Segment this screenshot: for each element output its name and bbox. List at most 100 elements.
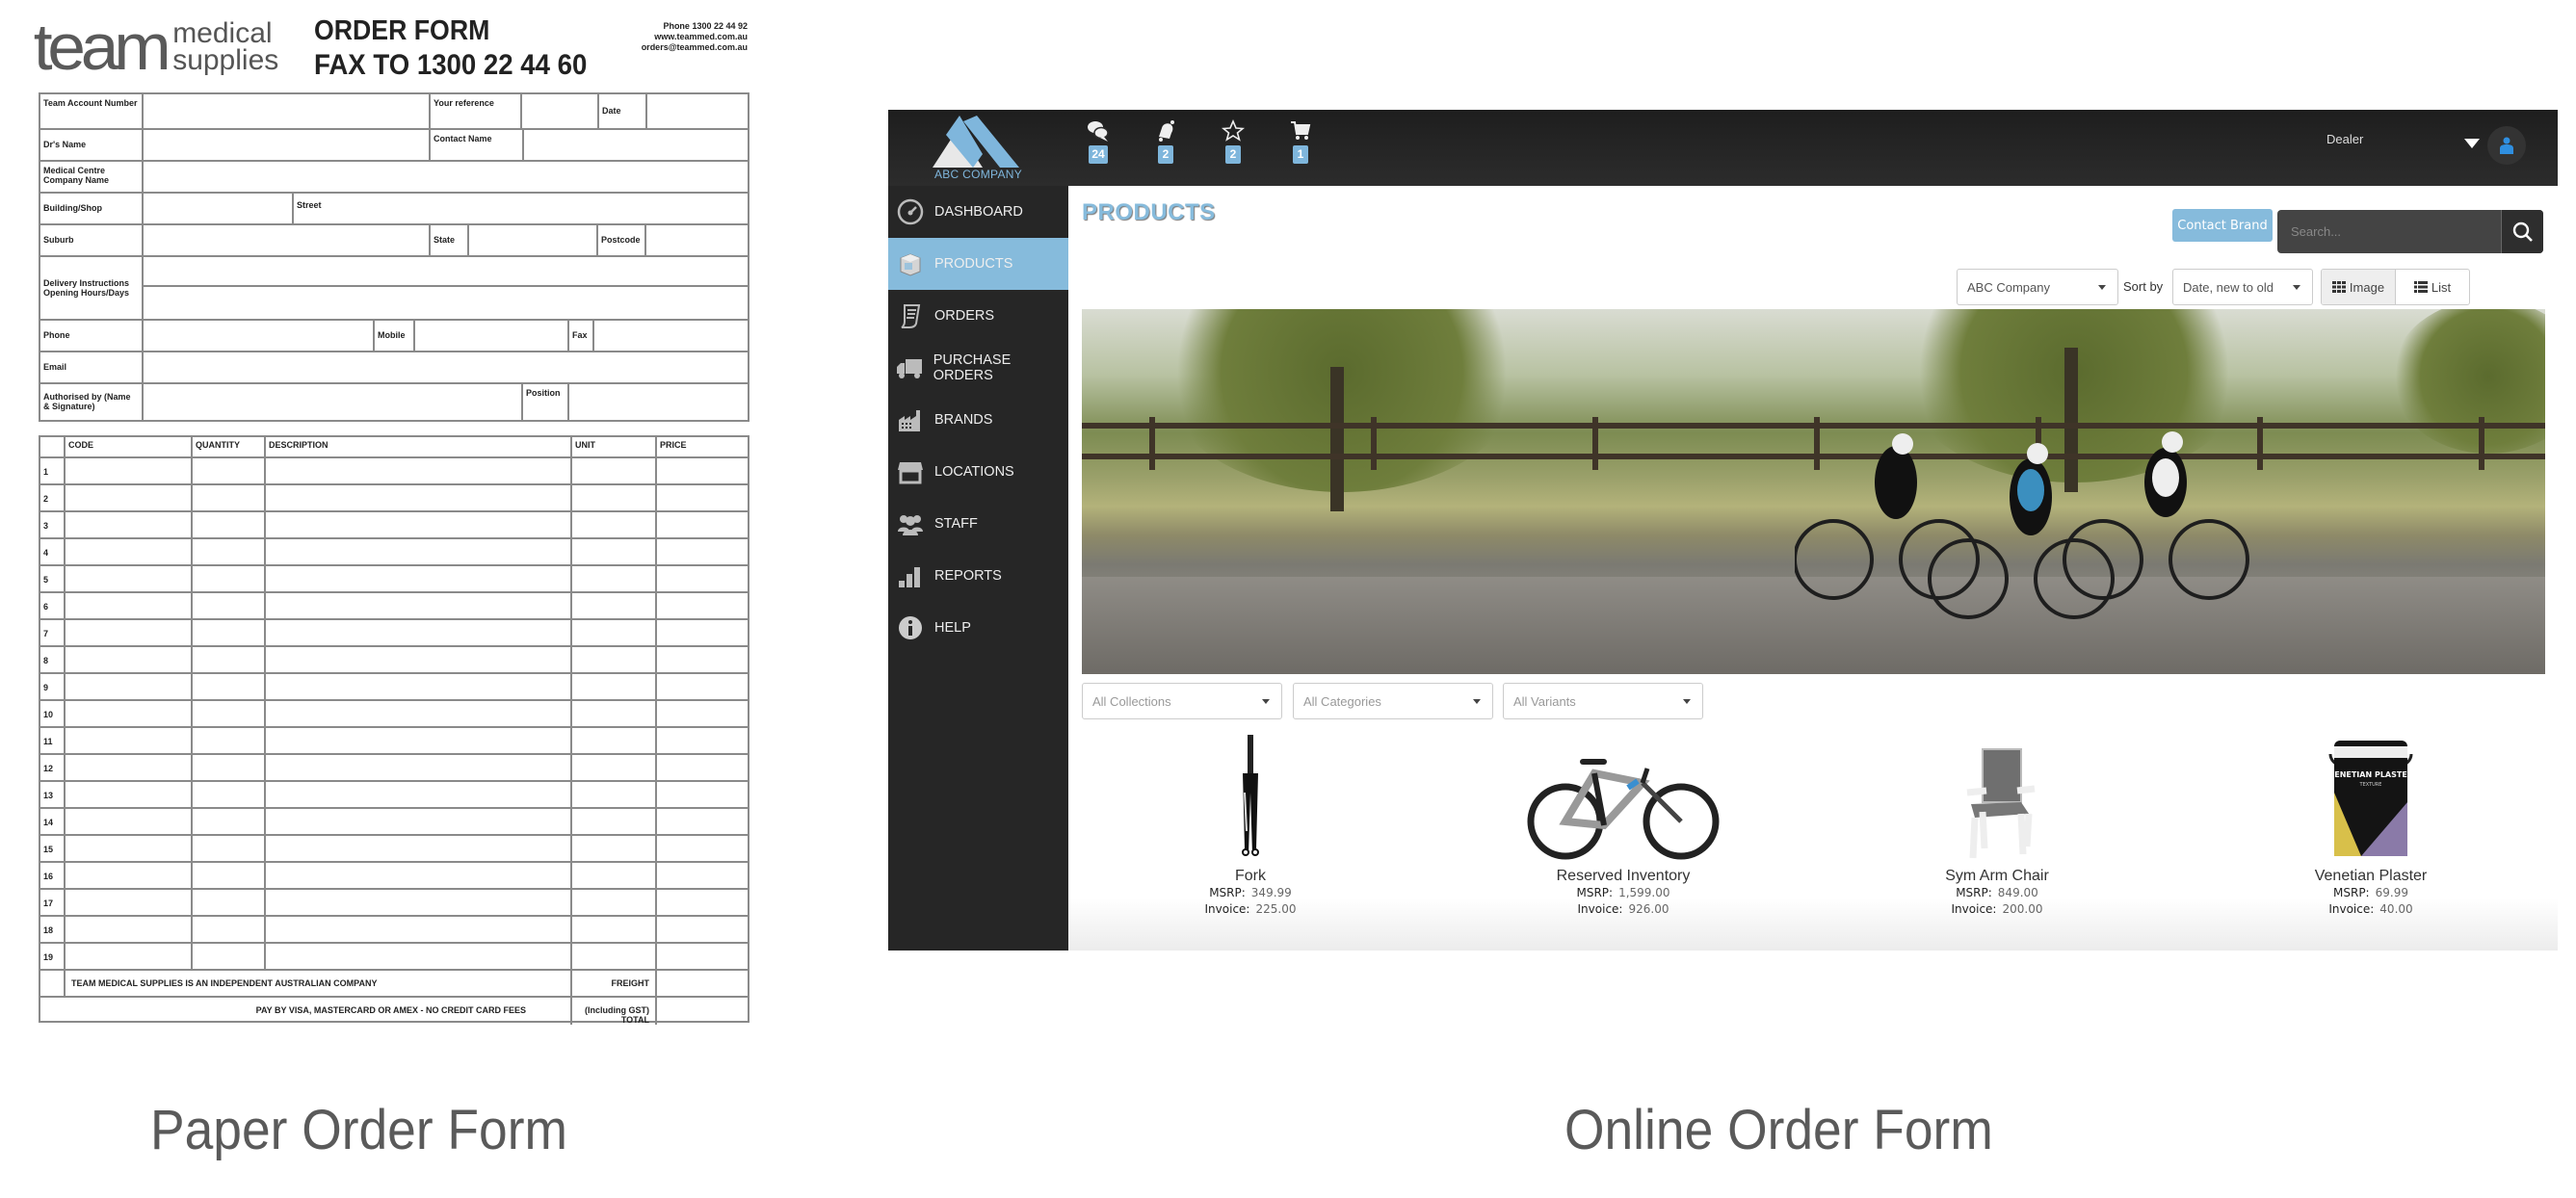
quantity-cell[interactable]	[193, 701, 266, 726]
image-view-button[interactable]: Image	[2322, 270, 2396, 304]
quantity-cell[interactable]	[193, 728, 266, 753]
code-cell[interactable]	[66, 458, 193, 483]
quantity-cell[interactable]	[193, 809, 266, 834]
price-cell[interactable]	[657, 620, 748, 645]
code-cell[interactable]	[66, 863, 193, 888]
field-state[interactable]	[469, 225, 598, 255]
sidebar-item-purchase-orders[interactable]: PURCHASE ORDERS	[888, 342, 1068, 394]
field-fax[interactable]	[594, 321, 748, 351]
field-drs-name[interactable]	[144, 130, 431, 160]
code-cell[interactable]	[66, 701, 193, 726]
description-cell[interactable]	[266, 863, 572, 888]
sidebar-item-orders[interactable]: ORDERS	[888, 290, 1068, 342]
price-cell[interactable]	[657, 485, 748, 510]
unit-cell[interactable]	[572, 458, 657, 483]
categories-filter[interactable]: All Categories	[1293, 683, 1493, 719]
product-name[interactable]: Venetian Plaster	[2226, 868, 2515, 885]
field-building[interactable]	[144, 194, 294, 223]
search-input[interactable]	[2277, 210, 2501, 253]
quantity-cell[interactable]	[193, 593, 266, 618]
price-cell[interactable]	[657, 674, 748, 699]
description-cell[interactable]	[266, 836, 572, 861]
description-cell[interactable]	[266, 755, 572, 780]
price-cell[interactable]	[657, 512, 748, 537]
quantity-cell[interactable]	[193, 620, 266, 645]
price-cell[interactable]	[657, 728, 748, 753]
price-cell[interactable]	[657, 863, 748, 888]
list-view-button[interactable]: List	[2396, 270, 2469, 304]
unit-cell[interactable]	[572, 647, 657, 672]
price-cell[interactable]	[657, 917, 748, 942]
code-cell[interactable]	[66, 620, 193, 645]
field-delivery-instructions[interactable]	[144, 257, 748, 319]
price-cell[interactable]	[657, 593, 748, 618]
sidebar-item-locations[interactable]: LOCATIONS	[888, 446, 1068, 498]
quantity-cell[interactable]	[193, 944, 266, 969]
price-cell[interactable]	[657, 782, 748, 807]
unit-cell[interactable]	[572, 539, 657, 564]
description-cell[interactable]	[266, 917, 572, 942]
product-card[interactable]: Sym Arm Chair MSRP: 849.00 Invoice: 200.00	[1853, 735, 2142, 918]
favorites-button[interactable]: 2	[1220, 119, 1247, 164]
unit-cell[interactable]	[572, 566, 657, 591]
field-date[interactable]	[647, 94, 748, 128]
unit-cell[interactable]	[572, 809, 657, 834]
quantity-cell[interactable]	[193, 512, 266, 537]
unit-cell[interactable]	[572, 863, 657, 888]
unit-cell[interactable]	[572, 512, 657, 537]
quantity-cell[interactable]	[193, 836, 266, 861]
price-cell[interactable]	[657, 890, 748, 915]
description-cell[interactable]	[266, 782, 572, 807]
code-cell[interactable]	[66, 836, 193, 861]
product-card[interactable]: VENETIAN PLASTER TEXTURE Venetian Plaster M…	[2226, 735, 2515, 918]
quantity-cell[interactable]	[193, 674, 266, 699]
price-cell[interactable]	[657, 647, 748, 672]
field-email[interactable]	[144, 352, 748, 382]
field-company-name[interactable]	[144, 162, 748, 192]
code-cell[interactable]	[66, 512, 193, 537]
description-cell[interactable]	[266, 647, 572, 672]
unit-cell[interactable]	[572, 836, 657, 861]
sidebar-item-staff[interactable]: STAFF	[888, 498, 1068, 550]
quantity-cell[interactable]	[193, 755, 266, 780]
field-mobile[interactable]	[415, 321, 569, 351]
product-card[interactable]: Reserved Inventory MSRP: 1,599.00 Invoice: 9…	[1479, 735, 1768, 918]
price-cell[interactable]	[657, 809, 748, 834]
product-image[interactable]	[1479, 735, 1768, 860]
user-menu-chevron-down-icon[interactable]	[2464, 139, 2480, 148]
description-cell[interactable]	[266, 944, 572, 969]
user-avatar[interactable]	[2487, 126, 2526, 165]
unit-cell[interactable]	[572, 782, 657, 807]
description-cell[interactable]	[266, 701, 572, 726]
product-image[interactable]	[1853, 735, 2142, 860]
quantity-cell[interactable]	[193, 539, 266, 564]
price-cell[interactable]	[657, 701, 748, 726]
quantity-cell[interactable]	[193, 782, 266, 807]
unit-cell[interactable]	[572, 755, 657, 780]
code-cell[interactable]	[66, 755, 193, 780]
price-cell[interactable]	[657, 755, 748, 780]
code-cell[interactable]	[66, 728, 193, 753]
code-cell[interactable]	[66, 593, 193, 618]
sidebar-item-help[interactable]: HELP	[888, 602, 1068, 654]
field-suburb[interactable]	[144, 225, 431, 255]
code-cell[interactable]	[66, 890, 193, 915]
description-cell[interactable]	[266, 809, 572, 834]
variants-filter[interactable]: All Variants	[1503, 683, 1703, 719]
code-cell[interactable]	[66, 917, 193, 942]
price-cell[interactable]	[657, 539, 748, 564]
code-cell[interactable]	[66, 539, 193, 564]
messages-button[interactable]: 24	[1085, 119, 1112, 164]
field-contact-name[interactable]	[524, 130, 748, 160]
product-image[interactable]: VENETIAN PLASTER TEXTURE	[2226, 735, 2515, 860]
product-name[interactable]: Fork	[1106, 868, 1395, 885]
total-value[interactable]	[657, 998, 748, 1025]
quantity-cell[interactable]	[193, 647, 266, 672]
product-name[interactable]: Sym Arm Chair	[1853, 868, 2142, 885]
quantity-cell[interactable]	[193, 458, 266, 483]
description-cell[interactable]	[266, 566, 572, 591]
product-image[interactable]	[1106, 735, 1395, 860]
description-cell[interactable]	[266, 512, 572, 537]
description-cell[interactable]	[266, 593, 572, 618]
description-cell[interactable]	[266, 728, 572, 753]
